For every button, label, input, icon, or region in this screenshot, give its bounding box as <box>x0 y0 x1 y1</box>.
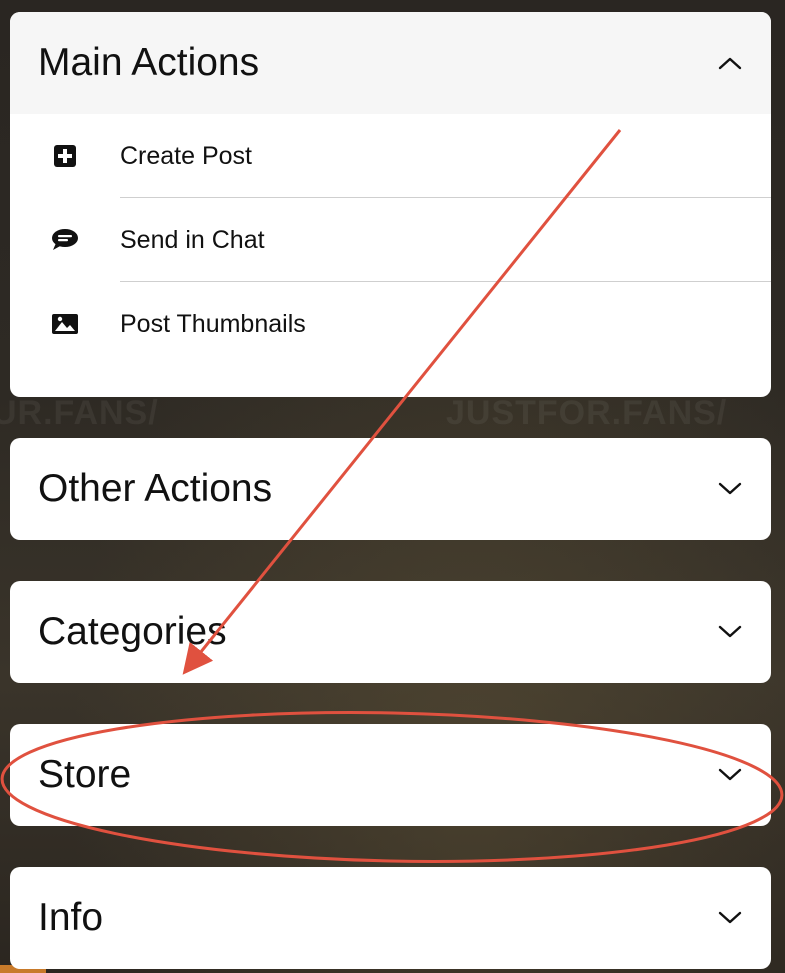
main-actions-title: Main Actions <box>38 41 260 84</box>
main-actions-panel: Main Actions Create Post Send in Chat Po… <box>10 12 771 397</box>
chevron-down-icon[interactable] <box>717 762 743 788</box>
categories-header[interactable]: Categories <box>10 581 771 683</box>
chevron-down-icon[interactable] <box>717 619 743 645</box>
create-post-label: Create Post <box>120 141 253 170</box>
main-actions-header[interactable]: Main Actions <box>10 12 771 114</box>
chevron-down-icon[interactable] <box>717 476 743 502</box>
watermark-left: UR.FANS/ <box>0 394 159 432</box>
chevron-up-icon[interactable] <box>717 50 743 76</box>
chat-bubble-icon <box>50 225 80 255</box>
categories-title: Categories <box>38 610 227 653</box>
post-thumbnails-item[interactable]: Post Thumbnails <box>10 282 771 366</box>
other-actions-panel: Other Actions <box>10 438 771 540</box>
send-in-chat-label: Send in Chat <box>120 225 265 254</box>
create-post-item[interactable]: Create Post <box>10 114 771 198</box>
store-panel: Store <box>10 724 771 826</box>
image-icon <box>50 309 80 339</box>
store-header[interactable]: Store <box>10 724 771 826</box>
chevron-down-icon[interactable] <box>717 905 743 931</box>
other-actions-title: Other Actions <box>38 467 273 510</box>
info-panel: Info <box>10 867 771 969</box>
categories-panel: Categories <box>10 581 771 683</box>
info-title: Info <box>38 896 104 939</box>
send-in-chat-item[interactable]: Send in Chat <box>10 198 771 282</box>
plus-square-icon <box>50 141 80 171</box>
post-thumbnails-label: Post Thumbnails <box>120 309 306 338</box>
watermark-right: JUSTFOR.FANS/ <box>446 394 728 432</box>
store-title: Store <box>38 753 132 796</box>
main-actions-list: Create Post Send in Chat Post Thumbnails <box>10 114 771 366</box>
info-header[interactable]: Info <box>10 867 771 969</box>
other-actions-header[interactable]: Other Actions <box>10 438 771 540</box>
